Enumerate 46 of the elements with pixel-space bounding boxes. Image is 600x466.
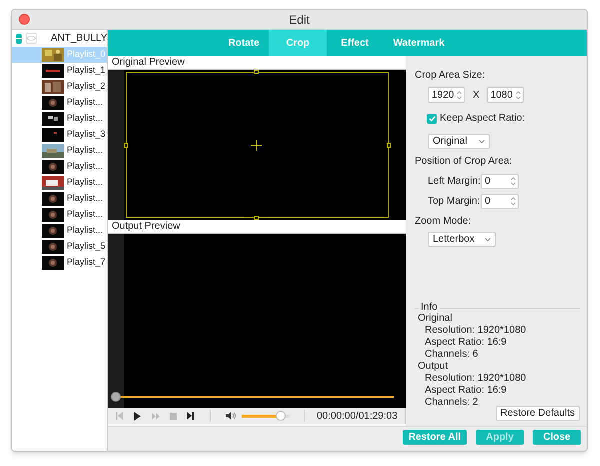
progress-track[interactable] bbox=[111, 392, 394, 402]
field-label: Crop Area Size: bbox=[415, 69, 486, 83]
width-field[interactable]: 1920 bbox=[428, 87, 465, 103]
margin-field[interactable]: 0 bbox=[481, 194, 519, 209]
info-line: Resolution: 1920*1080 bbox=[425, 325, 526, 337]
stepper-icon[interactable] bbox=[457, 90, 462, 100]
field-label: Position of Crop Area: bbox=[415, 155, 514, 169]
info-line: Aspect Ratio: 16:9 bbox=[425, 337, 507, 349]
crosshair-icon bbox=[251, 140, 262, 151]
chevron-down-icon bbox=[485, 238, 491, 242]
zoom-mode-dropdown[interactable]: Letterbox bbox=[428, 232, 496, 247]
stop-icon[interactable] bbox=[170, 412, 177, 420]
fast-forward-icon[interactable] bbox=[152, 412, 160, 420]
separator-label: X bbox=[473, 88, 480, 102]
info-line: Channels: 6 bbox=[425, 349, 478, 361]
stepper-icon[interactable] bbox=[511, 197, 516, 206]
window-title: Edit bbox=[289, 12, 310, 28]
field-label: Left Margin: bbox=[428, 175, 481, 189]
volume-thumb[interactable] bbox=[276, 411, 286, 421]
stepper-icon[interactable] bbox=[516, 90, 521, 100]
info-line: Aspect Ratio: 16:9 bbox=[425, 385, 507, 397]
info-line: Channels: 2 bbox=[425, 397, 478, 409]
checkbox[interactable] bbox=[427, 114, 437, 124]
volume-icon[interactable] bbox=[226, 412, 236, 420]
close-button[interactable] bbox=[19, 14, 30, 25]
height-field[interactable]: 1080 bbox=[486, 87, 524, 103]
checkbox-label: Keep Aspect Ratio: bbox=[440, 112, 526, 126]
aspect-dropdown[interactable]: Original bbox=[428, 134, 490, 149]
restore-defaults-button[interactable]: Restore Defaults bbox=[496, 406, 580, 421]
time-display: 00:00:00/01:29:03 bbox=[317, 410, 398, 424]
info-line: Resolution: 1920*1080 bbox=[425, 373, 526, 385]
group-label: ANT_BULLY bbox=[51, 32, 108, 46]
info-heading: Original bbox=[418, 313, 452, 325]
margin-field[interactable]: 0 bbox=[481, 174, 519, 189]
chevron-down-icon bbox=[479, 140, 485, 144]
group-title: Info bbox=[421, 303, 438, 313]
collapse-toggle[interactable] bbox=[16, 34, 22, 44]
info-heading: Output bbox=[418, 361, 448, 373]
play-icon[interactable] bbox=[134, 412, 141, 420]
thumbnail-placeholder-icon bbox=[26, 33, 37, 44]
skip-back-icon[interactable] bbox=[116, 412, 123, 420]
field-label: Top Margin: bbox=[428, 195, 481, 209]
volume-track[interactable] bbox=[242, 411, 290, 421]
skip-next-icon[interactable] bbox=[187, 412, 194, 420]
field-label: Zoom Mode: bbox=[415, 215, 472, 229]
stepper-icon[interactable] bbox=[511, 177, 516, 186]
